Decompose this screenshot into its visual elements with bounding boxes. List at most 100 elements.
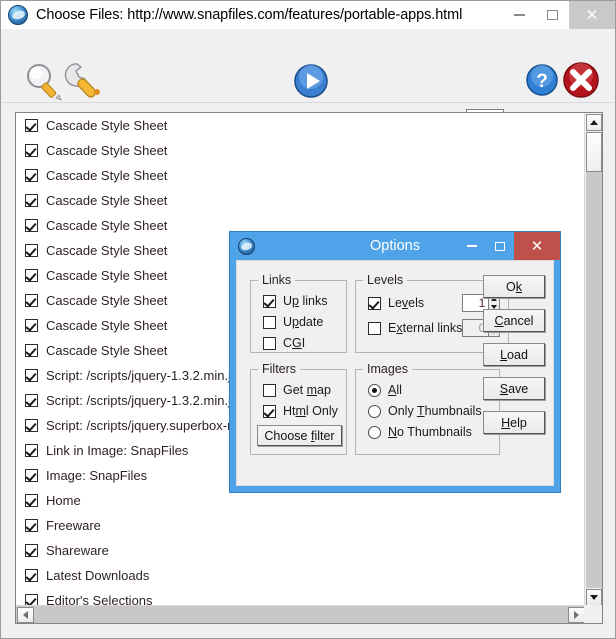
cancel-label: Cancel — [494, 313, 534, 328]
list-item-label: Cascade Style Sheet — [46, 268, 168, 283]
checkbox-icon[interactable] — [25, 319, 38, 332]
list-item-label: Script: /scripts/jquery-1.3.2.min.js — [46, 368, 238, 383]
list-item-label: Link in Image: SnapFiles — [46, 443, 189, 458]
chevron-left-icon — [23, 611, 28, 619]
list-item-label: Latest Downloads — [46, 568, 150, 583]
checkbox-cgi[interactable]: CGI — [263, 336, 346, 350]
checkbox-icon[interactable] — [263, 315, 276, 329]
list-item-label: Home — [46, 493, 81, 508]
checkbox-label: Up links — [283, 294, 328, 308]
choose-filter-button[interactable]: Choose filter — [257, 425, 342, 446]
vertical-scroll-thumb[interactable] — [586, 132, 602, 172]
checkbox-html-only[interactable]: Html Only — [263, 404, 346, 418]
checkbox-icon[interactable] — [25, 144, 38, 157]
checkbox-icon[interactable] — [25, 519, 38, 532]
list-item[interactable]: Cascade Style Sheet — [16, 188, 586, 213]
radio-only-thumbnails[interactable]: Only Thumbnails — [368, 404, 499, 418]
checkbox-icon[interactable] — [25, 444, 38, 457]
list-item[interactable]: Shareware — [16, 538, 586, 563]
options-title-bar: Options ✕ — [230, 232, 560, 260]
checkbox-label: Html Only — [283, 404, 338, 418]
checkbox-icon[interactable] — [25, 494, 38, 507]
close-button[interactable]: ✕ — [569, 1, 615, 29]
list-item-label: Cascade Style Sheet — [46, 218, 168, 233]
scroll-down-button[interactable] — [586, 589, 602, 606]
filters-group: Filters Get map Html Only Choose filter — [250, 362, 347, 455]
radio-no-thumbnails[interactable]: No Thumbnails — [368, 425, 499, 439]
checkbox-icon[interactable] — [25, 369, 38, 382]
checkbox-label: Update — [283, 315, 324, 329]
load-button[interactable]: Load — [483, 343, 545, 366]
list-item[interactable]: Latest Downloads — [16, 563, 586, 588]
cancel-button[interactable]: Cancel — [483, 309, 545, 332]
save-button[interactable]: Save — [483, 377, 545, 400]
checkbox-icon[interactable] — [25, 244, 38, 257]
page-title: Choose Files: http://www.snapfiles.com/f… — [36, 7, 463, 23]
scroll-up-button[interactable] — [586, 114, 602, 131]
scroll-right-button[interactable] — [568, 607, 585, 623]
list-item-label: Cascade Style Sheet — [46, 343, 168, 358]
list-item[interactable]: Freeware — [16, 513, 586, 538]
checkbox-icon[interactable] — [25, 569, 38, 582]
options-body: Links Up links Update CGI Levels Levels … — [236, 260, 554, 486]
ok-label: Ok — [506, 279, 522, 294]
checkbox-up-links[interactable]: Up links — [263, 294, 346, 308]
levels-group-legend: Levels — [367, 273, 404, 287]
checkbox-icon[interactable] — [25, 219, 38, 232]
checkbox-icon[interactable] — [263, 404, 276, 418]
title-bar: Choose Files: http://www.snapfiles.com/f… — [1, 1, 615, 29]
help-button[interactable]: Help — [483, 411, 545, 434]
minimize-button[interactable] — [503, 1, 536, 29]
list-item-label: Cascade Style Sheet — [46, 193, 168, 208]
checkbox-icon[interactable] — [25, 294, 38, 307]
checkbox-icon[interactable] — [25, 469, 38, 482]
run-icon[interactable] — [294, 64, 328, 98]
list-item[interactable]: Cascade Style Sheet — [16, 163, 586, 188]
options-maximize-button[interactable] — [486, 232, 514, 260]
list-item-label: Cascade Style Sheet — [46, 318, 168, 333]
checkbox-icon[interactable] — [368, 296, 381, 310]
list-item[interactable]: Cascade Style Sheet — [16, 113, 586, 138]
vertical-scroll-track[interactable] — [586, 132, 602, 588]
filters-group-legend: Filters — [262, 362, 297, 376]
checkbox-icon[interactable] — [263, 336, 276, 350]
search-icon[interactable] — [23, 62, 65, 102]
list-item[interactable]: Cascade Style Sheet — [16, 138, 586, 163]
checkbox-label: Levels — [388, 296, 425, 310]
checkbox-icon[interactable] — [25, 119, 38, 132]
vertical-scrollbar[interactable] — [584, 113, 602, 607]
checkbox-update[interactable]: Update — [263, 315, 346, 329]
list-item-label: Cascade Style Sheet — [46, 243, 168, 258]
checkbox-icon[interactable] — [263, 294, 276, 308]
list-item-label: Cascade Style Sheet — [46, 118, 168, 133]
options-minimize-button[interactable] — [458, 232, 486, 260]
tools-icon[interactable] — [61, 60, 107, 102]
checkbox-icon[interactable] — [25, 269, 38, 282]
toolbar: ? Html + − Images + − Archives + − All +… — [2, 29, 614, 130]
maximize-icon — [495, 241, 505, 251]
options-window-controls: ✕ — [458, 232, 560, 260]
radio-icon[interactable] — [368, 404, 381, 418]
checkbox-icon[interactable] — [25, 169, 38, 182]
radio-icon[interactable] — [368, 425, 381, 439]
checkbox-get-map[interactable]: Get map — [263, 383, 346, 397]
close-icon[interactable] — [563, 62, 599, 98]
scroll-left-button[interactable] — [17, 607, 34, 623]
checkbox-icon[interactable] — [368, 321, 381, 335]
checkbox-icon[interactable] — [25, 394, 38, 407]
checkbox-icon[interactable] — [25, 344, 38, 357]
checkbox-icon[interactable] — [263, 383, 276, 397]
help-icon[interactable]: ? — [526, 64, 558, 96]
checkbox-icon[interactable] — [25, 544, 38, 557]
options-close-button[interactable]: ✕ — [514, 232, 560, 260]
load-label: Load — [500, 347, 528, 362]
horizontal-scrollbar[interactable] — [16, 605, 586, 623]
checkbox-icon[interactable] — [25, 194, 38, 207]
radio-all[interactable]: All — [368, 383, 499, 397]
ok-button[interactable]: Ok — [483, 275, 545, 298]
checkbox-icon[interactable] — [25, 419, 38, 432]
radio-icon[interactable] — [368, 383, 381, 397]
maximize-button[interactable] — [536, 1, 569, 29]
images-group: Images All Only Thumbnails No Thumbnails — [355, 362, 500, 455]
checkbox-label: CGI — [283, 336, 306, 350]
